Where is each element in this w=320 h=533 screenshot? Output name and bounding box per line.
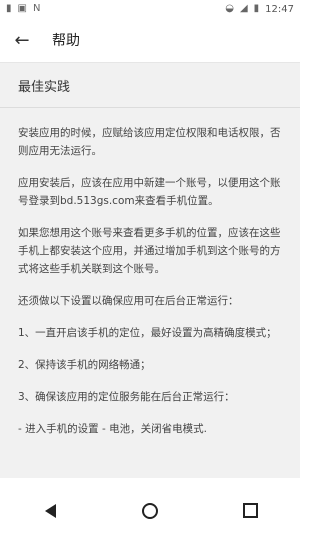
- status-time: 12:47: [265, 3, 294, 15]
- paragraph: 还须做以下设置以确保应用可在后台正常运行：: [18, 295, 239, 307]
- status-left-icons: ▮ ▣ N: [6, 4, 40, 14]
- paragraph-list: 安装应用的时候，应赋给该应用定位权限和电话权限，否则应用无法运行。 应用安装后，…: [0, 108, 300, 438]
- section-title: 最佳实践: [0, 63, 300, 107]
- status-bar: ▮ ▣ N ◒ ◢ ▮ 12:47: [0, 0, 300, 18]
- paragraph: 安装应用的时候，应赋给该应用定位权限和电话权限，否则应用无法运行。: [18, 127, 281, 157]
- status-right-icons: ◒ ◢ ▮ 12:47: [225, 4, 294, 15]
- wifi-icon: ◒: [225, 3, 234, 14]
- paragraph: 如果您想用这个账号来查看更多手机的位置，应该在这些手机上都安装这个应用，并通过增…: [18, 227, 281, 275]
- navigation-bar: [0, 488, 300, 533]
- sim-icon: ▮: [6, 3, 12, 14]
- app-bar: ← 帮助: [0, 18, 300, 62]
- nav-home-icon[interactable]: [136, 497, 164, 525]
- paragraph: 1、一直开启该手机的定位，最好设置为高精确度模式；: [18, 327, 277, 339]
- paragraph: 应用安装后，应该在应用中新建一个账号，以便用这个账号登录到bd.513gs.co…: [18, 177, 281, 207]
- nav-back-icon[interactable]: [36, 497, 64, 525]
- battery-icon: ▮: [253, 3, 260, 14]
- back-arrow-icon[interactable]: ←: [10, 28, 34, 52]
- paragraph: 2、保持该手机的网络畅通；: [18, 359, 151, 371]
- help-content[interactable]: 最佳实践 安装应用的时候，应赋给该应用定位权限和电话权限，否则应用无法运行。 应…: [0, 63, 300, 478]
- paragraph: 3、确保该应用的定位服务能在后台正常运行：: [18, 391, 235, 403]
- nav-recents-icon[interactable]: [236, 497, 264, 525]
- paragraph: - 进入手机的设置 - 电池，关闭省电模式.: [18, 423, 207, 435]
- n-icon: N: [32, 3, 41, 14]
- image-icon: ▣: [17, 3, 27, 14]
- page-title: 帮助: [52, 33, 80, 49]
- signal-icon: ◢: [239, 3, 248, 14]
